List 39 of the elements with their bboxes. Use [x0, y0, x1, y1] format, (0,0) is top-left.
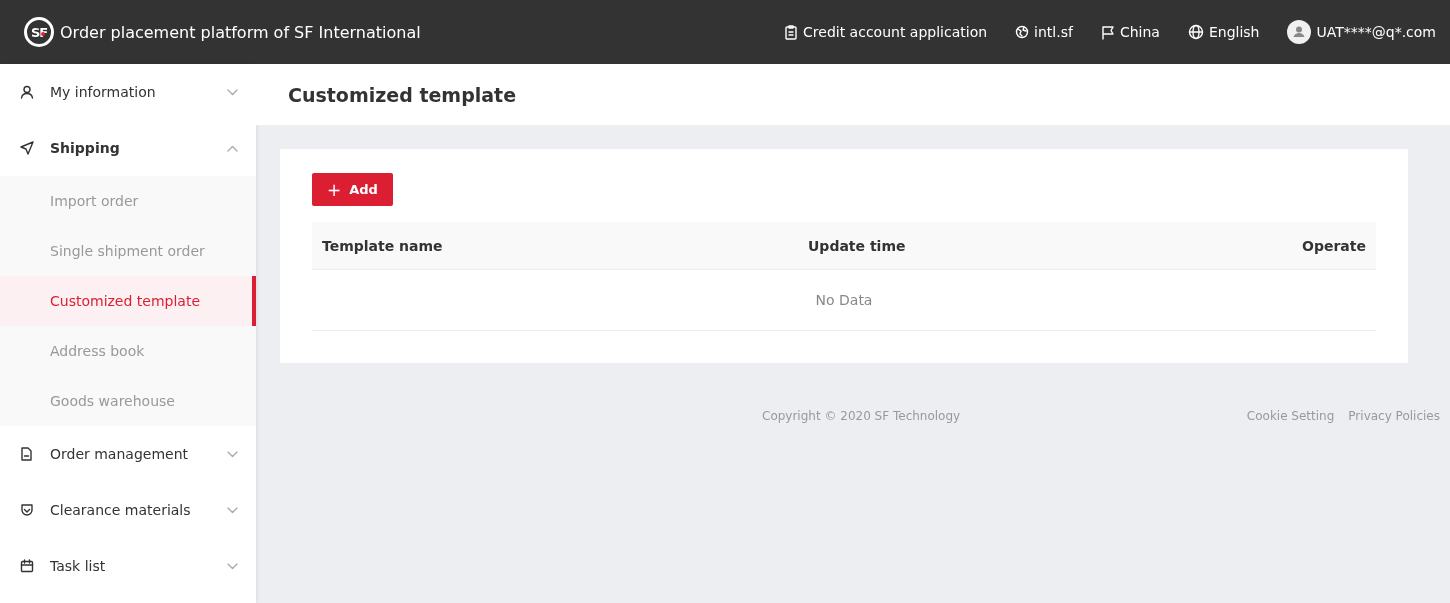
chevron-down-icon: [227, 562, 238, 570]
menu-label: Shipping: [50, 140, 121, 156]
empty-text: No Data: [815, 292, 873, 308]
header-link[interactable]: China: [1100, 24, 1160, 40]
menu-label: Clearance materials: [50, 502, 192, 518]
column-header: Update time: [808, 237, 907, 254]
menu-label: Task list: [50, 558, 107, 574]
header-link[interactable]: intl.sf: [1015, 24, 1073, 40]
chevron-down-icon: [227, 506, 238, 514]
chevron-down-icon: [227, 450, 238, 458]
chevron-down-icon: [227, 88, 238, 96]
add-button[interactable]: + Add: [312, 173, 393, 206]
account-menu[interactable]: UAT****@q*.com: [1287, 20, 1436, 44]
submenu-item[interactable]: Customized template: [0, 276, 256, 326]
avatar-icon: [1287, 20, 1312, 44]
copyright-text: Copyright © 2020 SF Technology: [762, 409, 962, 423]
send-icon: [20, 141, 36, 155]
logo: SF: [24, 17, 54, 47]
menu-item[interactable]: Task list: [0, 538, 256, 594]
menu-label: My information: [50, 84, 157, 100]
app-title: Order placement platform of SF International: [60, 22, 421, 42]
menu-item[interactable]: Clearance materials: [0, 482, 256, 538]
page-title: Customized template: [288, 83, 517, 106]
column-header: Template name: [322, 237, 444, 254]
column-header: Operate: [1301, 237, 1366, 254]
globe-icon: [1187, 24, 1204, 40]
menu-item[interactable]: Order management: [0, 426, 256, 482]
menu-label: Order management: [50, 446, 190, 462]
shield-icon: [20, 503, 36, 517]
chevron-up-icon: [227, 144, 238, 152]
header-link[interactable]: English: [1187, 24, 1260, 40]
header-link[interactable]: Credit account application: [784, 24, 988, 40]
user-icon: [20, 85, 36, 99]
calendar-icon: [20, 559, 36, 573]
globe-icon: [1015, 25, 1030, 39]
clipboard-icon: [784, 24, 799, 40]
flag-icon: [1100, 24, 1115, 40]
menu-item[interactable]: Shipping: [0, 120, 256, 176]
menu-item[interactable]: My information: [0, 64, 256, 120]
